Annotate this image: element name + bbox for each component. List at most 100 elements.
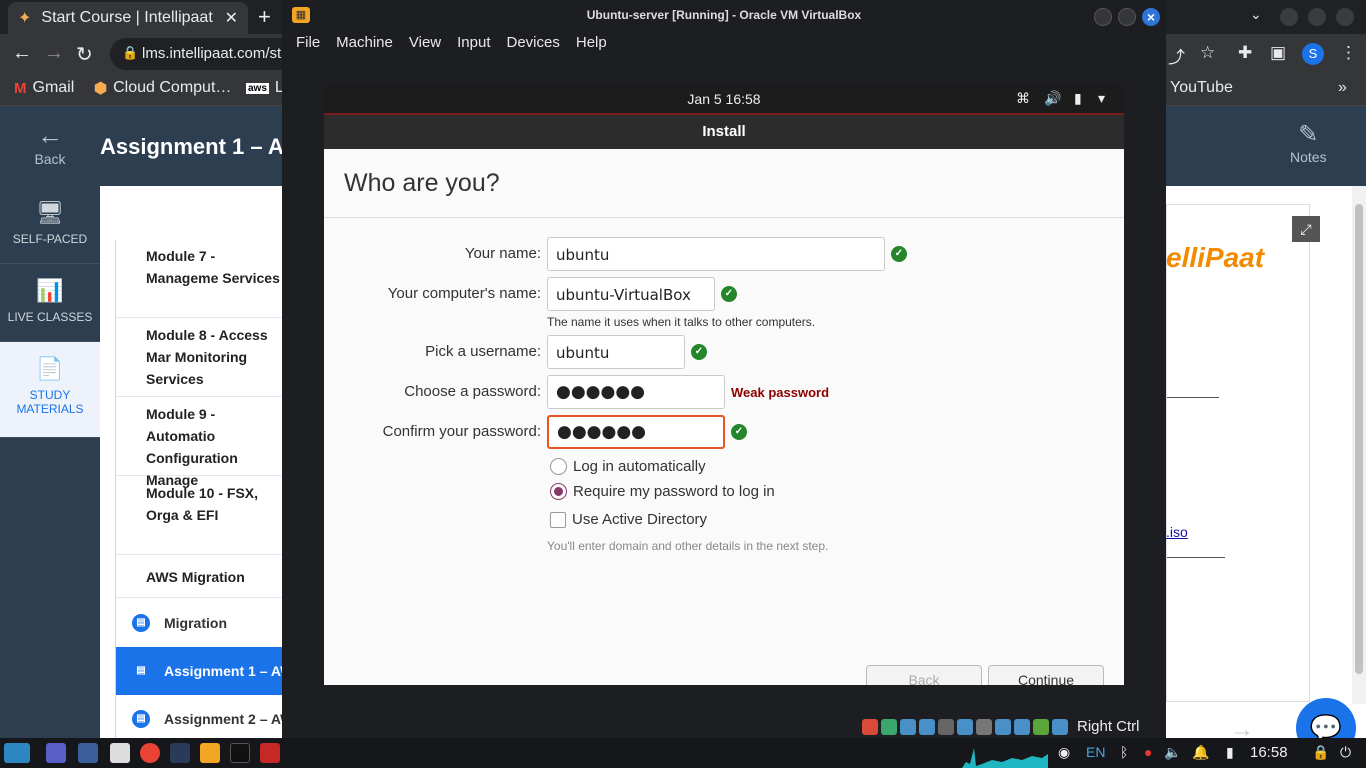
- back-button[interactable]: Back: [866, 665, 982, 685]
- side-panel-icon[interactable]: ▣: [1270, 43, 1286, 63]
- battery-icon[interactable]: ▮: [1226, 744, 1234, 761]
- terminal-root-icon[interactable]: [260, 743, 280, 763]
- start-menu-icon[interactable]: [4, 743, 30, 763]
- maximize-icon[interactable]: [1308, 8, 1326, 26]
- mouse-integration-icon[interactable]: [1033, 718, 1049, 735]
- system-menu-chevron-icon[interactable]: ▾: [1098, 90, 1105, 107]
- nav-live-classes[interactable]: 📊 LIVE CLASSES: [0, 264, 100, 342]
- vm-window-icon[interactable]: [200, 743, 220, 763]
- minimize-icon[interactable]: [1094, 8, 1112, 26]
- optical-drive-icon[interactable]: [881, 718, 897, 735]
- url-field[interactable]: 🔒 lms.intellipaat.com/sta: [110, 38, 310, 70]
- new-tab-icon[interactable]: +: [258, 4, 271, 30]
- volume-icon[interactable]: 🔈: [1164, 744, 1181, 761]
- network-adapter-icon[interactable]: [919, 718, 935, 735]
- minimize-icon[interactable]: [1280, 8, 1298, 26]
- module-item[interactable]: Module 10 - FSX, Orga & EFI: [116, 477, 282, 555]
- text-editor-icon[interactable]: [110, 743, 130, 763]
- taskbar-clock[interactable]: 16:58: [1250, 744, 1288, 761]
- list-item-assignment-2[interactable]: ▤ Assignment 2 – AW: [116, 695, 282, 743]
- menu-file[interactable]: File: [296, 34, 320, 51]
- nav-study-materials[interactable]: 📄 STUDY MATERIALS: [0, 342, 100, 438]
- virtualbox-manager-icon[interactable]: [170, 743, 190, 763]
- browser-menu-icon[interactable]: ⋮: [1340, 43, 1357, 63]
- active-directory-option[interactable]: Use Active Directory: [550, 511, 707, 528]
- close-icon[interactable]: ×: [1142, 8, 1160, 26]
- bookmark-cloud[interactable]: ⬢ Cloud Comput…: [94, 79, 231, 97]
- require-password-option[interactable]: Require my password to log in: [550, 483, 775, 500]
- menu-help[interactable]: Help: [576, 34, 607, 51]
- desktop-taskbar: [0, 738, 1366, 768]
- bookmark-star-icon[interactable]: ☆: [1200, 43, 1215, 63]
- document-viewer: [1166, 204, 1310, 702]
- your-name-input[interactable]: ubuntu: [547, 237, 885, 271]
- power-icon[interactable]: ⏻: [1340, 744, 1351, 761]
- volume-icon[interactable]: 🔊: [1044, 90, 1061, 107]
- wifi-icon[interactable]: ◉: [1058, 744, 1070, 761]
- menu-machine[interactable]: Machine: [336, 34, 393, 51]
- login-auto-option[interactable]: Log in automatically: [550, 458, 706, 475]
- vm-display[interactable]: Jan 5 16:58 ⌘ 🔊 ▮ ▾ Install Who are you?…: [324, 85, 1124, 685]
- login-auto-radio[interactable]: [550, 458, 567, 475]
- notes-button[interactable]: ✎ Notes: [1290, 120, 1327, 165]
- course-back-button[interactable]: ← Back: [0, 106, 100, 186]
- microphone-icon[interactable]: ●: [1144, 744, 1152, 760]
- list-item-assignment-1[interactable]: ▤ Assignment 1 – AW: [116, 647, 282, 695]
- bookmark-youtube[interactable]: YouTube: [1170, 79, 1233, 97]
- file-manager-icon[interactable]: [78, 743, 98, 763]
- module-item[interactable]: AWS Migration: [116, 556, 282, 598]
- divider: [324, 217, 1124, 218]
- shared-folders-icon[interactable]: [957, 718, 973, 735]
- close-window-icon[interactable]: [1336, 8, 1354, 26]
- usb-icon[interactable]: [938, 718, 954, 735]
- back-arrow-icon[interactable]: ←: [12, 42, 32, 65]
- desktop-icon[interactable]: [46, 743, 66, 763]
- active-directory-checkbox[interactable]: [550, 511, 566, 528]
- bluetooth-icon[interactable]: ᛒ: [1120, 744, 1128, 760]
- list-item-migration[interactable]: ▤ Migration: [116, 599, 282, 647]
- computer-name-input[interactable]: ubuntu-VirtualBox: [547, 277, 715, 311]
- browser-tab[interactable]: ✦ Start Course | Intellipaat ✕: [8, 2, 248, 34]
- keyboard-icon[interactable]: [1052, 718, 1068, 735]
- continue-button[interactable]: Continue: [988, 665, 1104, 685]
- nav-self-paced[interactable]: 🖥 SELF-PACED: [0, 186, 100, 264]
- fullscreen-icon[interactable]: ⤢: [1292, 216, 1320, 242]
- bookmark-gmail[interactable]: M Gmail: [14, 79, 74, 97]
- close-tab-icon[interactable]: ✕: [225, 8, 238, 28]
- tab-search-chevron-icon[interactable]: ⌄: [1250, 6, 1262, 23]
- notification-bell-icon[interactable]: 🔔: [1192, 744, 1209, 761]
- confirm-password-input[interactable]: ●●●●●●: [547, 415, 725, 449]
- page-scrollbar[interactable]: [1352, 186, 1366, 704]
- audio-icon[interactable]: [900, 718, 916, 735]
- lock-icon[interactable]: 🔒: [1312, 744, 1329, 761]
- more-bookmarks-icon[interactable]: »: [1338, 79, 1347, 97]
- maximize-icon[interactable]: [1118, 8, 1136, 26]
- menu-devices[interactable]: Devices: [507, 34, 560, 51]
- require-password-radio[interactable]: [550, 483, 567, 500]
- profile-avatar[interactable]: S: [1302, 43, 1324, 65]
- reload-icon[interactable]: ↻: [76, 42, 93, 67]
- menu-view[interactable]: View: [409, 34, 441, 51]
- ubuntu-clock[interactable]: Jan 5 16:58: [324, 91, 1124, 107]
- display-icon[interactable]: [976, 718, 992, 735]
- installer-body: Who are you? Your name: ubuntu ✓ Your co…: [324, 149, 1124, 685]
- recording-icon[interactable]: [995, 718, 1011, 735]
- chrome-icon[interactable]: [140, 743, 160, 763]
- module-item[interactable]: Module 8 - Access Mar Monitoring Service…: [116, 319, 282, 397]
- username-input[interactable]: ubuntu: [547, 335, 685, 369]
- battery-icon[interactable]: ▮: [1074, 90, 1082, 107]
- module-item[interactable]: Module 7 - Manageme Services: [116, 240, 282, 318]
- share-icon[interactable]: ⤴: [1168, 43, 1185, 68]
- cpu-icon[interactable]: [1014, 718, 1030, 735]
- iso-link[interactable]: .iso: [1166, 524, 1188, 540]
- module-list: Module 7 - Manageme Services Module 8 - …: [115, 240, 282, 743]
- forward-arrow-icon[interactable]: →: [44, 42, 64, 65]
- menu-input[interactable]: Input: [457, 34, 490, 51]
- module-item[interactable]: Module 9 - Automatio Configuration Manag…: [116, 398, 282, 488]
- network-icon[interactable]: ⌘: [1016, 90, 1030, 107]
- extensions-icon[interactable]: ✚: [1238, 43, 1252, 63]
- keyboard-layout[interactable]: EN: [1086, 744, 1105, 760]
- password-input[interactable]: ●●●●●●: [547, 375, 725, 409]
- hard-disk-icon[interactable]: [862, 718, 878, 735]
- terminal-icon[interactable]: [230, 743, 250, 763]
